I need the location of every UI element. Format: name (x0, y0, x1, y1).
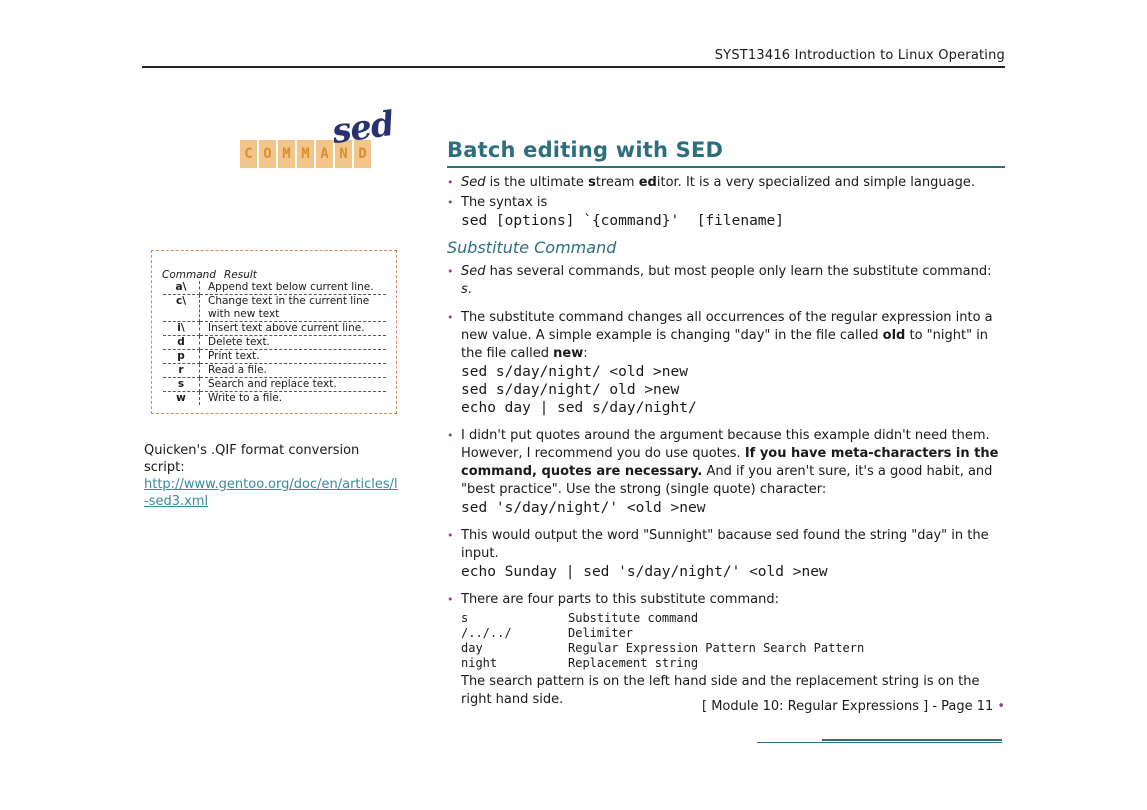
quicken-note: Quicken's .QIF format conversion script:… (144, 442, 402, 510)
result-cell: Print text. (199, 349, 386, 364)
list-item: Sed is the ultimate stream editor. It is… (447, 174, 1005, 192)
list-item: This would output the word "Sunnight" ba… (447, 527, 1005, 581)
command-parts: s Substitute command /../../Delimiter day… (461, 611, 865, 670)
command-table-header: Command Result (162, 269, 265, 281)
list-item: I didn't put quotes around the argument … (447, 427, 1005, 517)
command-cell: s (163, 377, 200, 392)
command-cell: p (163, 349, 200, 364)
sed-command-table-box: Command Result a\ Append text below curren… (151, 250, 397, 414)
code-line: echo Sunday | sed 's/day/night/' <old >n… (461, 564, 828, 580)
result-cell: Append text below current line. (199, 281, 386, 295)
command-cell: r (163, 363, 200, 378)
command-table: a\ Append text below current line. c\ Chan… (163, 281, 386, 405)
header-result: Result (223, 269, 257, 281)
intro-list: Sed is the ultimate stream editor. It is… (447, 174, 1005, 230)
table-row: w Write to a file. (163, 391, 386, 405)
table-row: p Print text. (163, 349, 386, 364)
logo-tile: M (297, 140, 314, 168)
table-row: a\ Append text below current line. (163, 281, 386, 295)
code-line: echo day | sed s/day/night/ (461, 400, 697, 416)
command-cell: a\ (163, 281, 200, 295)
main-content: Batch editing with SED Sed is the ultima… (447, 138, 1005, 711)
footer-text: [ Module 10: Regular Expressions ] - Pag… (702, 699, 994, 714)
list-item: There are four parts to this substitute … (447, 591, 1005, 709)
table-row: r Read a file. (163, 363, 386, 378)
list-item: The substitute command changes all occur… (447, 309, 1005, 417)
section-title: Substitute Command (447, 238, 617, 257)
footer-rule (822, 739, 1002, 741)
logo-script-text: sed (329, 103, 397, 153)
logo-tile: O (259, 140, 276, 168)
result-cell: Search and replace text. (199, 377, 386, 392)
page-title: Batch editing with SED (447, 138, 724, 162)
table-row: s Search and replace text. (163, 377, 386, 392)
table-row: d Delete text. (163, 335, 386, 350)
syntax-code: sed [options] `{command}' [filename] (461, 213, 785, 229)
command-cell: i\ (163, 321, 200, 336)
code-line: sed s/day/night/ old >new (461, 382, 680, 398)
sed-command-logo: C O M M A N D sed (240, 104, 400, 178)
footer-rule (757, 742, 1002, 743)
title-rule (447, 166, 1005, 168)
page-footer: [ Module 10: Regular Expressions ] - Pag… (600, 699, 1005, 714)
substitute-list: Sed has several commands, but most peopl… (447, 263, 1005, 709)
logo-tile: C (240, 140, 257, 168)
code-line: sed 's/day/night/' <old >new (461, 500, 706, 516)
result-cell: Change text in the current line with new… (199, 294, 386, 322)
command-cell: c\ (163, 294, 200, 322)
table-row: c\ Change text in the current line with n… (163, 294, 386, 322)
list-item: Sed has several commands, but most peopl… (447, 263, 1005, 299)
gentoo-sed-link[interactable]: http://www.gentoo.org/doc/en/articles/l-… (144, 476, 402, 510)
command-cell: d (163, 335, 200, 350)
result-cell: Delete text. (199, 335, 386, 350)
result-cell: Insert text above current line. (199, 321, 386, 336)
result-cell: Read a file. (199, 363, 386, 378)
logo-tile: A (316, 140, 333, 168)
command-cell: w (163, 391, 200, 405)
header-rule (142, 66, 1005, 68)
footer-bullet-icon: • (997, 699, 1005, 714)
code-line: sed s/day/night/ <old >new (461, 364, 688, 380)
list-item: The syntax issed [options] `{command}' [… (447, 194, 1005, 230)
header-title: SYST13416 Introduction to Linux Operatin… (714, 48, 1005, 63)
logo-tile: M (278, 140, 295, 168)
result-cell: Write to a file. (208, 392, 283, 404)
quicken-text: Quicken's .QIF format conversion script: (144, 443, 360, 475)
header-command: Command (162, 269, 216, 281)
table-row: i\ Insert text above current line. (163, 321, 386, 336)
